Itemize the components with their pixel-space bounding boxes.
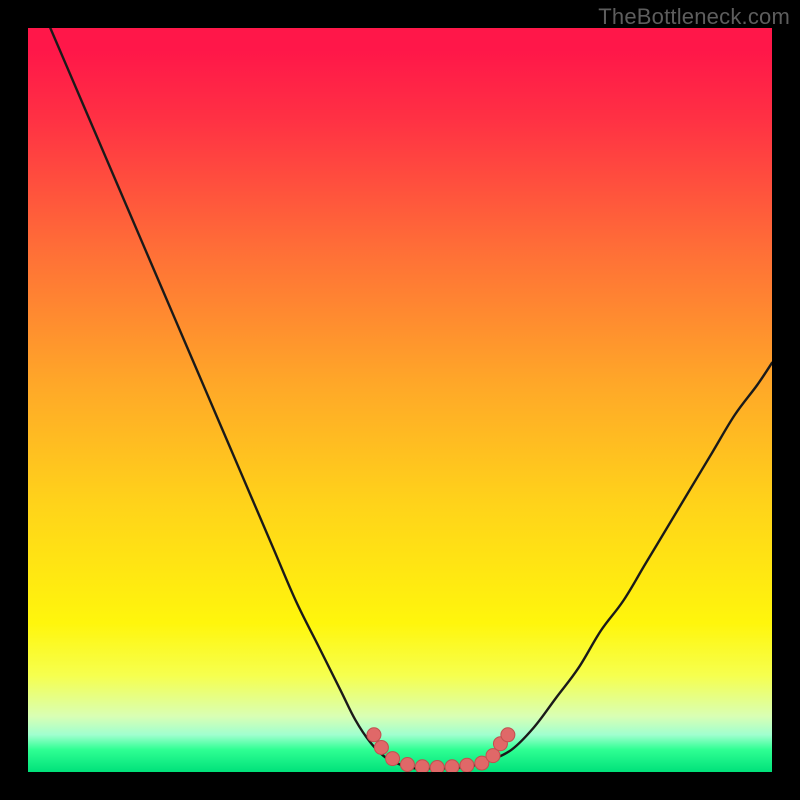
curve-marker <box>501 728 515 742</box>
curve-group <box>50 28 772 769</box>
curve-marker <box>374 740 388 754</box>
curve-marker <box>367 728 381 742</box>
curve-marker <box>430 761 444 772</box>
curve-marker <box>415 760 429 772</box>
curve-marker <box>386 752 400 766</box>
curve-marker <box>400 758 414 772</box>
curve-marker <box>445 760 459 772</box>
curve-layer <box>28 28 772 772</box>
bottleneck-curve <box>50 28 772 769</box>
marker-group <box>367 728 515 772</box>
plot-area <box>28 28 772 772</box>
watermark-text: TheBottleneck.com <box>598 4 790 30</box>
curve-marker <box>460 758 474 772</box>
chart-frame: TheBottleneck.com <box>0 0 800 800</box>
